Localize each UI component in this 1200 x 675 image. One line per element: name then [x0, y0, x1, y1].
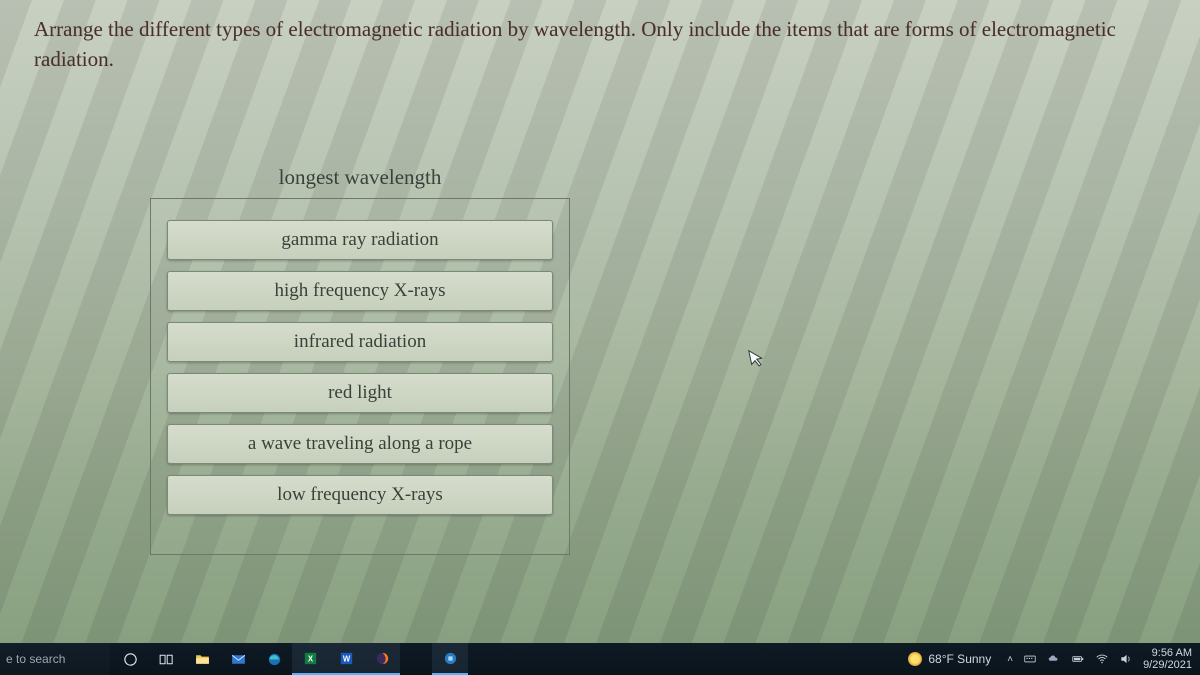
- taskbar-pinned-apps: X W: [112, 643, 468, 675]
- axis-label-top: longest wavelength: [150, 165, 570, 190]
- windows-taskbar: e to search X W 6: [0, 643, 1200, 675]
- firefox-icon[interactable]: [364, 643, 400, 675]
- volume-icon[interactable]: [1119, 652, 1133, 666]
- system-tray[interactable]: ˄: [1001, 652, 1139, 666]
- battery-icon[interactable]: [1071, 652, 1085, 666]
- taskbar-search[interactable]: e to search: [0, 643, 110, 675]
- word-icon[interactable]: W: [328, 643, 364, 675]
- drag-item[interactable]: red light: [167, 373, 553, 413]
- mouse-cursor-icon: [748, 347, 769, 375]
- task-view-icon[interactable]: [148, 643, 184, 675]
- quiz-content-area: Arrange the different types of electroma…: [0, 0, 1200, 643]
- drag-item[interactable]: gamma ray radiation: [167, 220, 553, 260]
- sun-icon: [908, 652, 922, 666]
- onedrive-icon[interactable]: [1047, 652, 1061, 666]
- svg-text:X: X: [307, 654, 313, 663]
- excel-icon[interactable]: X: [292, 643, 328, 675]
- drag-item[interactable]: a wave traveling along a rope: [167, 424, 553, 464]
- app-icon[interactable]: [432, 643, 468, 675]
- input-icon[interactable]: [1023, 652, 1037, 666]
- wifi-icon[interactable]: [1095, 652, 1109, 666]
- drag-item[interactable]: low frequency X-rays: [167, 475, 553, 515]
- chevron-up-icon[interactable]: ˄: [1007, 654, 1013, 665]
- sort-widget: longest wavelength gamma ray radiation h…: [150, 165, 570, 555]
- file-explorer-icon[interactable]: [184, 643, 220, 675]
- cortana-icon[interactable]: [112, 643, 148, 675]
- mail-icon[interactable]: [220, 643, 256, 675]
- question-prompt: Arrange the different types of electroma…: [0, 0, 1200, 75]
- clock-time: 9:56 AM: [1143, 647, 1192, 659]
- taskbar-clock[interactable]: 9:56 AM 9/29/2021: [1139, 645, 1200, 673]
- drop-zone[interactable]: gamma ray radiation high frequency X-ray…: [150, 198, 570, 555]
- drag-item[interactable]: infrared radiation: [167, 322, 553, 362]
- search-placeholder-text: e to search: [6, 652, 65, 666]
- drag-item[interactable]: high frequency X-rays: [167, 271, 553, 311]
- clock-date: 9/29/2021: [1143, 659, 1192, 671]
- weather-text: 68°F Sunny: [928, 652, 991, 666]
- edge-icon[interactable]: [256, 643, 292, 675]
- weather-widget[interactable]: 68°F Sunny: [898, 643, 1001, 675]
- svg-text:W: W: [342, 654, 350, 663]
